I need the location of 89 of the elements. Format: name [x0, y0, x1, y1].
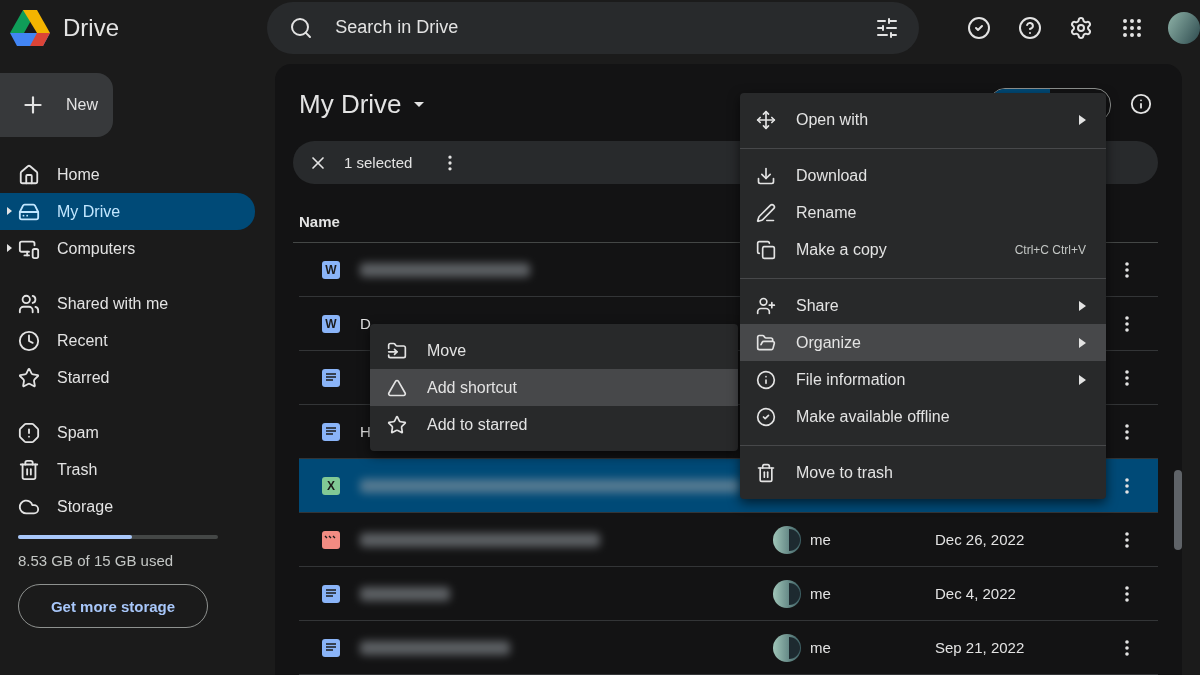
copy-icon [756, 239, 776, 260]
expand-caret-icon[interactable] [7, 244, 12, 252]
scrollbar-thumb[interactable] [1174, 470, 1182, 550]
menu-item[interactable]: Download [740, 148, 1106, 194]
more-icon [1125, 531, 1129, 548]
doc-file-icon [322, 368, 340, 387]
more-icon [1125, 585, 1129, 602]
account-avatar[interactable] [1168, 11, 1200, 44]
menu-item[interactable]: Make a copy Ctrl+C Ctrl+V [740, 231, 1106, 268]
new-button[interactable]: New [0, 73, 113, 137]
home-icon [18, 163, 40, 186]
file-name: D [360, 315, 371, 333]
nav-item[interactable]: Recent [0, 322, 255, 359]
nav-item[interactable]: Trash [0, 451, 255, 488]
menu-item[interactable]: Organize [740, 324, 1106, 361]
more-icon [1125, 369, 1129, 386]
settings-icon[interactable] [1069, 15, 1093, 40]
word-file-icon: W [322, 314, 340, 333]
expand-caret-icon[interactable] [7, 207, 12, 215]
storage-usage: 8.53 GB of 15 GB used [18, 552, 175, 569]
dropdown-caret-icon[interactable] [413, 101, 424, 107]
submenu-arrow-icon [1079, 114, 1086, 125]
star-icon [387, 414, 407, 435]
more-icon [1125, 261, 1129, 278]
nav-item[interactable]: Starred [0, 359, 255, 396]
search-field[interactable]: Search in Drive [333, 16, 855, 39]
doc-file-icon [322, 638, 340, 657]
move-arrows-icon [756, 109, 776, 130]
menu-item[interactable]: Add to starred [370, 406, 738, 443]
submenu-arrow-icon [1079, 374, 1086, 385]
modified-date: Dec 26, 2022 [935, 531, 1026, 549]
app-name: Drive [63, 13, 119, 42]
nav-item[interactable]: Spam [0, 414, 255, 451]
submenu-arrow-icon [1079, 337, 1086, 348]
doc-file-icon [322, 422, 340, 441]
menu-item[interactable]: Move to trash [740, 445, 1106, 491]
sheet-file-icon: X [322, 476, 340, 495]
drive-logo-icon [9, 8, 51, 47]
folder-arrow-icon [387, 340, 407, 361]
help-icon[interactable] [1018, 15, 1042, 40]
avatar [773, 525, 801, 554]
page-title[interactable]: My Drive [299, 88, 402, 120]
owner: me [810, 585, 831, 603]
more-icon [1125, 477, 1129, 494]
more-icon [1125, 423, 1129, 440]
menu-item[interactable]: Add shortcut [370, 369, 738, 406]
nav-item[interactable]: Home [0, 156, 255, 193]
check-circle-icon [756, 406, 776, 427]
selection-count: 1 selected [344, 154, 413, 171]
menu-item[interactable]: Move [370, 332, 738, 369]
submenu-arrow-icon [1079, 300, 1086, 311]
modified-date: Sep 21, 2022 [935, 639, 1026, 657]
download-icon [756, 165, 776, 186]
add-person-icon [756, 295, 776, 316]
doc-file-icon [322, 584, 340, 603]
avatar [773, 579, 801, 608]
nav-item[interactable]: My Drive [0, 193, 255, 230]
star-icon [18, 366, 40, 389]
pencil-icon [756, 202, 776, 223]
word-file-icon: W [322, 260, 340, 279]
menu-item[interactable]: Make available offline [740, 398, 1106, 435]
triangle-icon [387, 377, 407, 398]
people-icon [18, 292, 40, 315]
video-file-icon [322, 530, 340, 549]
search-bar[interactable]: Search in Drive [267, 1, 919, 54]
menu-item[interactable]: Open with [740, 101, 1106, 138]
trash-icon [18, 458, 40, 481]
offline-icon[interactable] [967, 15, 991, 40]
column-header[interactable]: Name [299, 213, 340, 231]
nav-item[interactable]: Storage [0, 488, 255, 525]
nav-item[interactable]: Computers [0, 230, 255, 267]
search-icon [289, 15, 314, 40]
trash-icon [756, 462, 776, 483]
avatar [773, 633, 801, 662]
menu-item[interactable]: Rename [740, 194, 1106, 231]
menu-item[interactable]: File information [740, 361, 1106, 398]
alert-icon [18, 421, 40, 444]
file-name: H [360, 423, 371, 441]
folder-icon [756, 332, 776, 353]
info-icon [756, 369, 776, 390]
clock-icon [18, 329, 40, 352]
more-icon [1125, 315, 1129, 332]
modified-date: Dec 4, 2022 [935, 585, 1017, 603]
owner: me [810, 531, 831, 549]
info-icon[interactable] [1130, 93, 1152, 116]
owner: me [810, 639, 831, 657]
more-icon [1125, 639, 1129, 656]
nav-item[interactable]: Shared with me [0, 285, 255, 322]
filter-icon[interactable] [875, 15, 899, 40]
